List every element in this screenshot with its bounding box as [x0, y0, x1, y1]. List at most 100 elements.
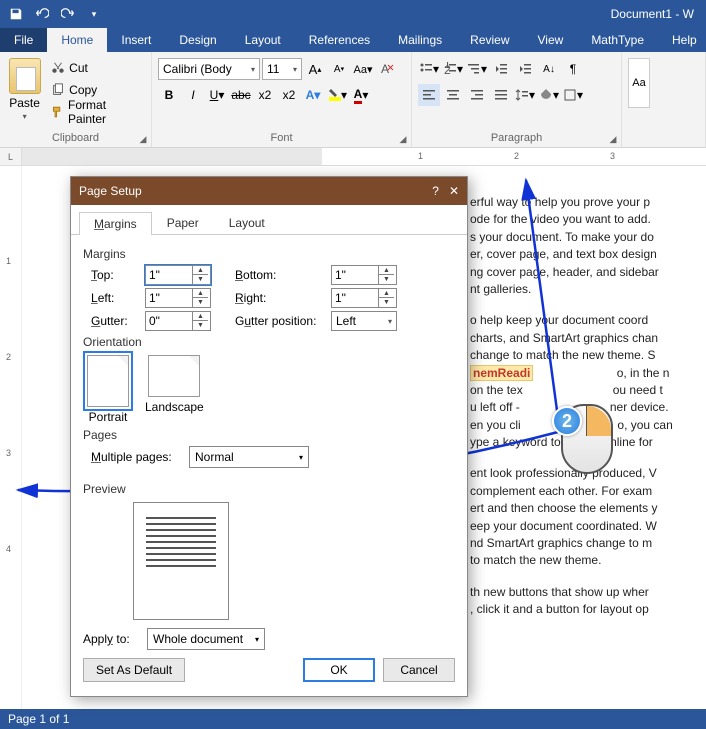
margin-left-input[interactable]: ▲▼	[145, 288, 211, 308]
step-badge: 2	[552, 406, 582, 436]
text-effects-icon[interactable]: A▾	[302, 84, 324, 106]
underline-icon[interactable]: U▾	[206, 84, 228, 106]
paragraph-launcher-icon[interactable]: ◢	[607, 133, 619, 145]
ribbon-tabs: File Home Insert Design Layout Reference…	[0, 28, 706, 52]
document-title: Document1 - W	[611, 7, 694, 21]
qat-more-icon[interactable]: ▾	[82, 3, 106, 25]
clipboard-launcher-icon[interactable]: ◢	[137, 133, 149, 145]
multiple-pages-select[interactable]: Normal▾	[189, 446, 309, 468]
tab-mathtype[interactable]: MathType	[577, 28, 658, 52]
dialog-tab-layout[interactable]: Layout	[214, 211, 280, 234]
mouse-hint-icon: 2	[552, 400, 622, 478]
tab-references[interactable]: References	[295, 28, 384, 52]
align-center-icon[interactable]	[442, 84, 464, 106]
svg-text:2: 2	[444, 63, 451, 76]
align-left-icon[interactable]	[418, 84, 440, 106]
highlight-icon[interactable]: ▾	[326, 84, 348, 106]
margins-section-label: Margins	[83, 247, 455, 261]
save-icon[interactable]	[4, 3, 28, 25]
pilcrow-icon[interactable]: ¶	[562, 58, 584, 80]
dialog-close-icon[interactable]: ✕	[449, 184, 459, 198]
format-painter-button[interactable]: Format Painter	[47, 102, 145, 122]
horizontal-ruler[interactable]: 1 2 3	[22, 148, 706, 165]
font-size-combo[interactable]: 11▾	[262, 58, 302, 80]
gutter-pos-label: Gutter position:	[235, 314, 325, 328]
pages-section-label: Pages	[83, 428, 455, 442]
group-clipboard-label: Clipboard	[6, 132, 145, 145]
tab-file[interactable]: File	[0, 28, 47, 52]
multilevel-icon[interactable]: ▾	[466, 58, 488, 80]
tab-layout[interactable]: Layout	[231, 28, 295, 52]
set-default-button[interactable]: Set As Default	[83, 658, 185, 682]
font-launcher-icon[interactable]: ◢	[397, 133, 409, 145]
paste-label: Paste	[9, 96, 40, 110]
copy-button[interactable]: Copy	[47, 80, 145, 100]
superscript-icon[interactable]: x2	[278, 84, 300, 106]
align-right-icon[interactable]	[466, 84, 488, 106]
orientation-portrait[interactable]: Portrait	[87, 355, 129, 424]
dialog-tab-paper[interactable]: Paper	[152, 211, 214, 234]
decrease-indent-icon[interactable]	[490, 58, 512, 80]
tab-insert[interactable]: Insert	[107, 28, 165, 52]
justify-icon[interactable]	[490, 84, 512, 106]
apply-to-label: Apply to:	[83, 632, 141, 646]
increase-indent-icon[interactable]	[514, 58, 536, 80]
clear-format-icon[interactable]: A	[376, 58, 398, 80]
shading-icon[interactable]: ▾	[538, 84, 560, 106]
tab-design[interactable]: Design	[165, 28, 230, 52]
grow-font-icon[interactable]: A▴	[304, 58, 326, 80]
borders-icon[interactable]: ▾	[562, 84, 584, 106]
subscript-icon[interactable]: x2	[254, 84, 276, 106]
gutter-label: Gutter:	[91, 314, 139, 328]
cut-button[interactable]: Cut	[47, 58, 145, 78]
vertical-ruler[interactable]: 1 2 3 4	[0, 166, 22, 709]
tab-review[interactable]: Review	[456, 28, 523, 52]
font-color-icon[interactable]: A▾	[350, 84, 372, 106]
top-label: Top:	[91, 268, 139, 282]
shrink-font-icon[interactable]: A▾	[328, 58, 350, 80]
strike-icon[interactable]: abc	[230, 84, 252, 106]
status-page[interactable]: Page 1 of 1	[8, 712, 69, 726]
svg-text:A: A	[381, 62, 389, 76]
group-paragraph-label: Paragraph	[418, 132, 615, 145]
right-label: Right:	[235, 291, 325, 305]
preview-thumbnail	[133, 502, 229, 620]
tab-view[interactable]: View	[524, 28, 578, 52]
style-normal[interactable]: Aa	[628, 58, 650, 108]
tab-mailings[interactable]: Mailings	[384, 28, 456, 52]
multiple-pages-label: Multiple pages:	[91, 450, 183, 464]
ok-button[interactable]: OK	[303, 658, 375, 682]
ruler-corner: L	[0, 148, 22, 165]
dialog-tab-margins[interactable]: Margins	[79, 212, 152, 235]
tab-home[interactable]: Home	[47, 28, 107, 52]
gutter-position-select[interactable]: Left▾	[331, 311, 397, 331]
paste-button[interactable]: Paste ▾	[6, 56, 43, 126]
tab-help[interactable]: Help	[658, 28, 706, 52]
redo-icon[interactable]	[56, 3, 80, 25]
dialog-help-icon[interactable]: ?	[432, 184, 439, 198]
dialog-title: Page Setup	[79, 184, 142, 198]
preview-section-label: Preview	[83, 482, 455, 496]
cancel-button[interactable]: Cancel	[383, 658, 455, 682]
orientation-section-label: Orientation	[83, 335, 455, 349]
left-label: Left:	[91, 291, 139, 305]
paste-icon	[9, 58, 41, 94]
gutter-input[interactable]: ▲▼	[145, 311, 211, 331]
group-font-label: Font	[158, 132, 405, 145]
numbering-icon[interactable]: 12▾	[442, 58, 464, 80]
bottom-label: Bottom:	[235, 268, 325, 282]
italic-icon[interactable]: I	[182, 84, 204, 106]
bullets-icon[interactable]: ▾	[418, 58, 440, 80]
apply-to-select[interactable]: Whole document▾	[147, 628, 265, 650]
sort-icon[interactable]: A↓	[538, 58, 560, 80]
bold-icon[interactable]: B	[158, 84, 180, 106]
line-spacing-icon[interactable]: ▾	[514, 84, 536, 106]
margin-top-input[interactable]: ▲▼	[145, 265, 211, 285]
change-case-icon[interactable]: Aa▾	[352, 58, 374, 80]
undo-icon[interactable]	[30, 3, 54, 25]
margin-bottom-input[interactable]: ▲▼	[331, 265, 397, 285]
font-name-combo[interactable]: Calibri (Body▾	[158, 58, 260, 80]
orientation-landscape[interactable]: Landscape	[145, 355, 204, 424]
highlighted-text: nemReadi	[470, 365, 533, 381]
margin-right-input[interactable]: ▲▼	[331, 288, 397, 308]
